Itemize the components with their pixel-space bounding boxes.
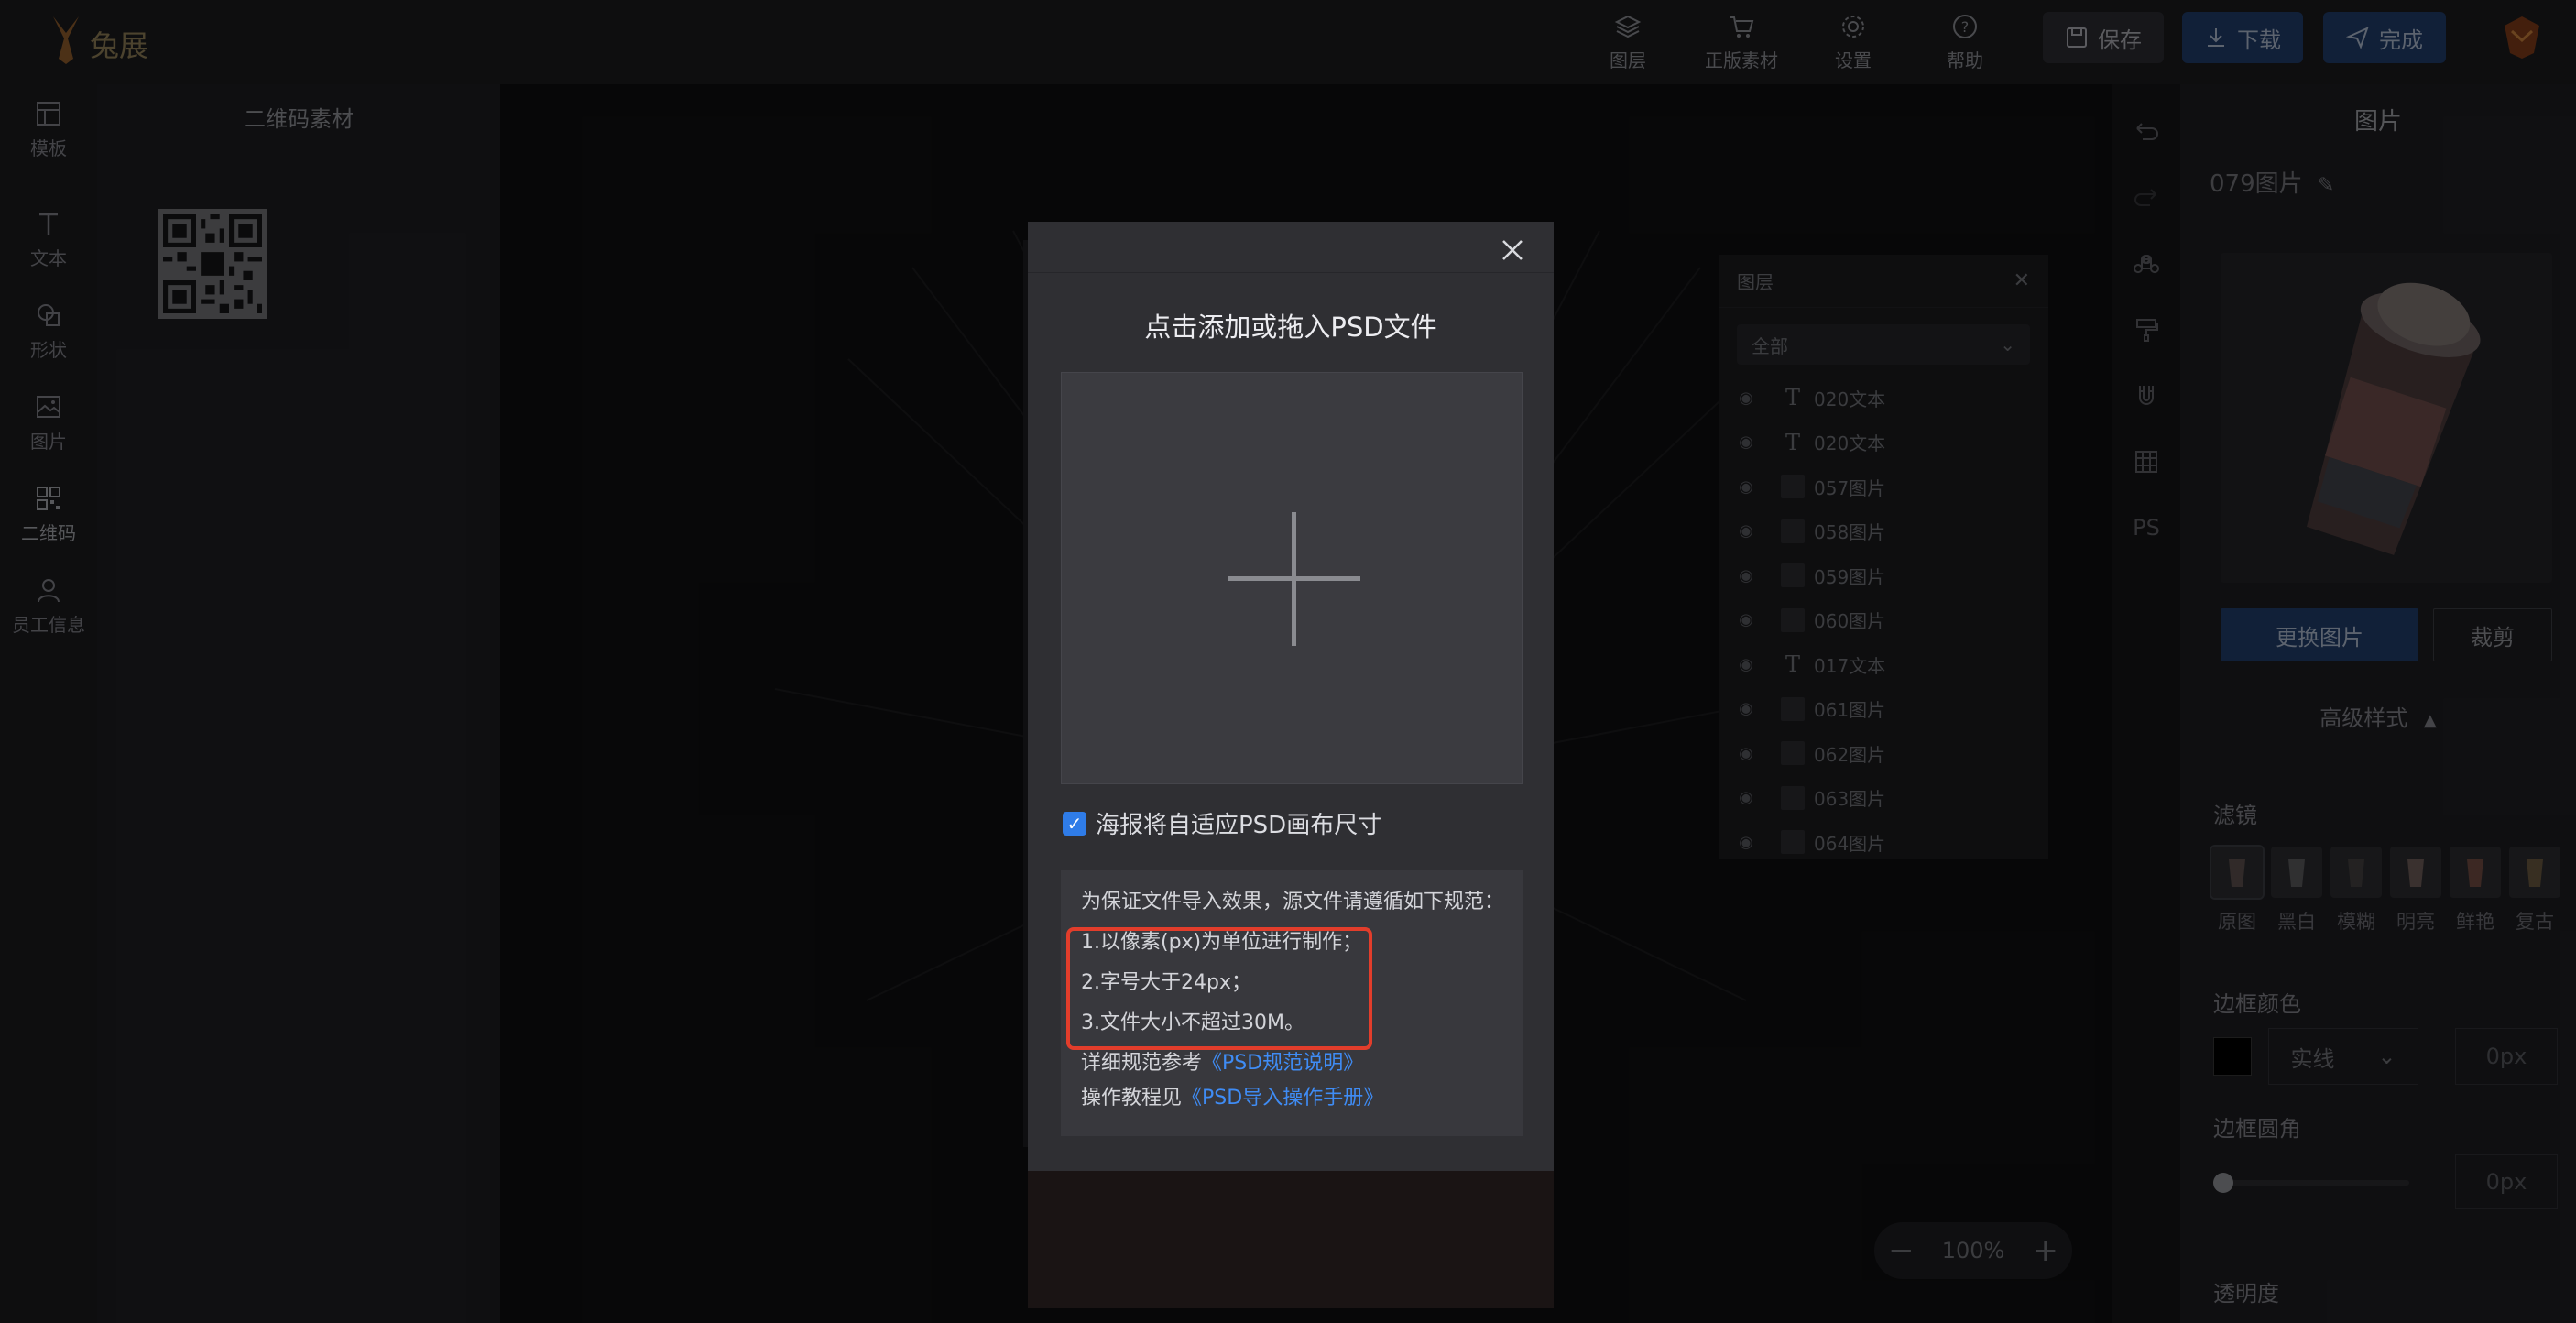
adapt-canvas-checkbox-row[interactable]: ✓ 海报将自适应PSD画布尺寸 <box>1063 806 1381 840</box>
spec-reference: 详细规范参考《PSD规范说明》 <box>1081 1046 1363 1076</box>
canvas-under-modal <box>1028 1171 1554 1308</box>
highlight-annotation-box <box>1066 927 1372 1050</box>
plus-icon-vertical <box>1292 512 1296 646</box>
dialog-title: 点击添加或拖入PSD文件 <box>1144 312 1437 343</box>
spec-intro: 为保证文件导入效果，源文件请遵循如下规范： <box>1081 891 1505 913</box>
checkbox-label: 海报将自适应PSD画布尺寸 <box>1096 812 1382 839</box>
reference-prefix: 详细规范参考 <box>1081 1052 1203 1075</box>
dialog-header <box>1028 222 1554 273</box>
close-icon[interactable] <box>1499 236 1526 264</box>
checkbox-checked-icon[interactable]: ✓ <box>1063 811 1086 836</box>
psd-dropzone[interactable] <box>1061 372 1523 784</box>
psd-manual-link[interactable]: 《PSD导入操作手册》 <box>1182 1087 1383 1110</box>
psd-import-dialog: 点击添加或拖入PSD文件 ✓ 海报将自适应PSD画布尺寸 为保证文件导入效果，源… <box>1028 222 1554 1171</box>
spec-tutorial: 操作教程见《PSD导入操作手册》 <box>1081 1081 1383 1110</box>
psd-spec-link[interactable]: 《PSD规范说明》 <box>1202 1052 1363 1075</box>
tutorial-prefix: 操作教程见 <box>1081 1087 1183 1110</box>
